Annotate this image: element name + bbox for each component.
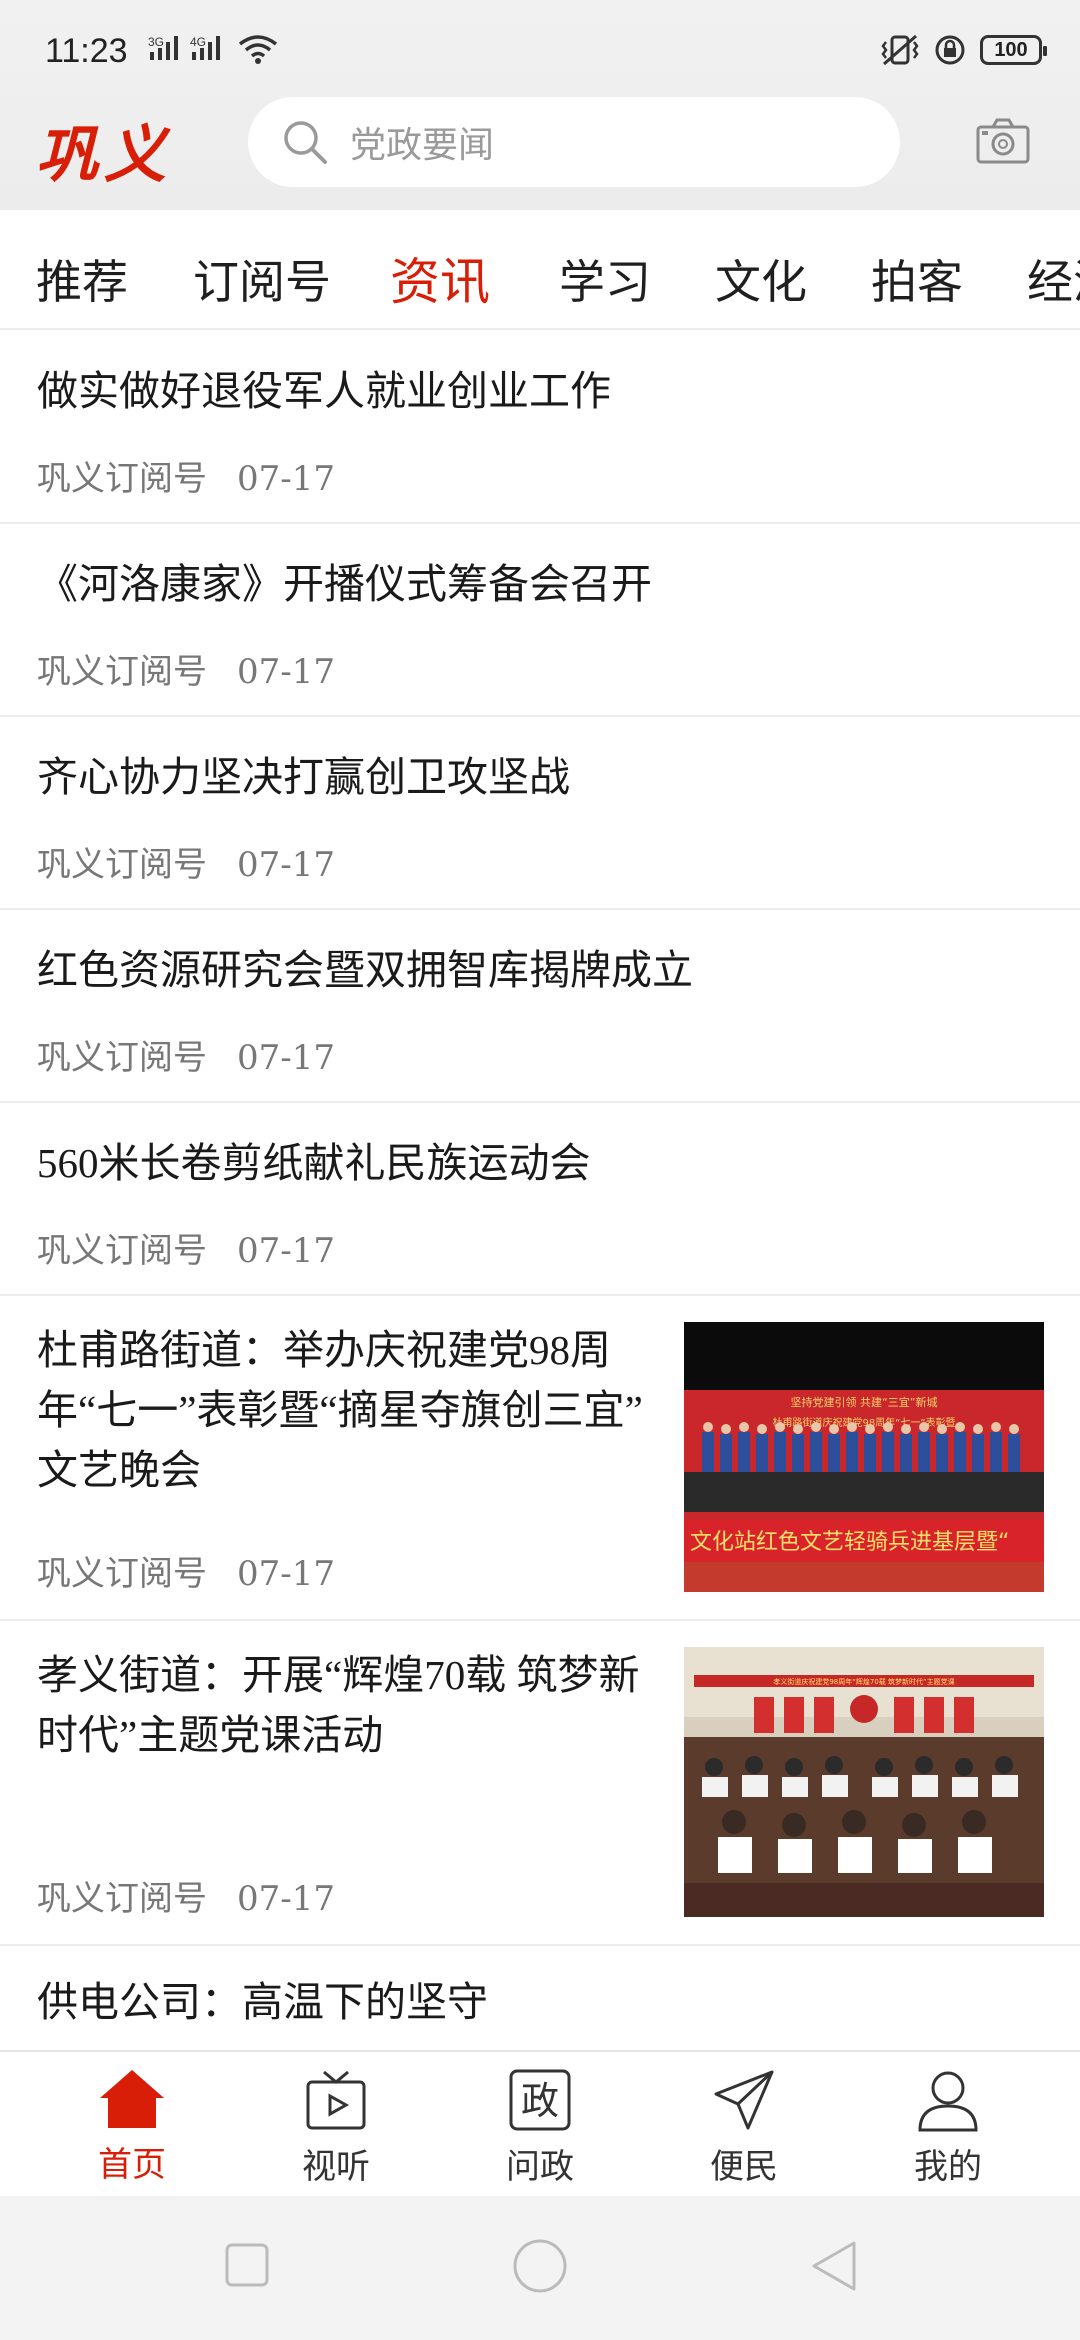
nav-services[interactable]: 便民 bbox=[684, 2068, 804, 2188]
svg-text:孝义街道庆祝建党98周年“辉煌70载 筑梦新时代”主题党课: 孝义街道庆祝建党98周年“辉煌70载 筑梦新时代”主题党课 bbox=[773, 1677, 954, 1686]
nav-home-label: 首页 bbox=[98, 2145, 166, 2185]
tab-recommend[interactable]: 推荐 bbox=[36, 246, 128, 312]
search-icon bbox=[284, 121, 327, 164]
send-icon bbox=[714, 2070, 774, 2130]
signal-4g-icon: 4G bbox=[190, 34, 236, 69]
article-meta: 巩义订阅号 07-17 bbox=[37, 1546, 335, 1595]
article-date: 07-17 bbox=[237, 1879, 336, 1919]
article-title: 《河洛康家》开播仪式筹备会召开 bbox=[37, 561, 652, 607]
article-date: 07-17 bbox=[237, 1038, 336, 1078]
tab-economy[interactable]: 经济 bbox=[1027, 246, 1080, 312]
article-thumbnail-stage-performance: 坚持党建引领 共建“三宜”新城 杜甫路街道庆祝建党98周年“七一”表彰暨 文化站… bbox=[684, 1322, 1044, 1592]
svg-text:文化站红色文艺轻骑兵进基层暨“: 文化站红色文艺轻骑兵进基层暨“ bbox=[690, 1530, 1009, 1555]
article-date: 07-17 bbox=[237, 652, 336, 692]
article-date: 07-17 bbox=[237, 845, 336, 885]
system-navigation-bar bbox=[0, 2196, 1080, 2340]
article-item[interactable]: 供电公司：高温下的坚守 bbox=[0, 1946, 1080, 2066]
article-date: 07-17 bbox=[237, 1554, 336, 1594]
article-meta: 巩义订阅号 07-17 bbox=[37, 644, 335, 693]
article-title: 560米长卷剪纸献礼民族运动会 bbox=[37, 1140, 591, 1186]
camera-icon bbox=[976, 118, 1030, 164]
tab-subscriptions[interactable]: 订阅号 bbox=[193, 246, 331, 312]
signal-3g-icon: 3G bbox=[148, 34, 194, 69]
article-title: 红色资源研究会暨双拥智库揭牌成立 bbox=[37, 947, 693, 993]
article-title: 杜甫路街道：举办庆祝建党98周年“七一”表彰暨“摘星夺旗创三宜” 文艺晚会 bbox=[37, 1327, 643, 1493]
article-item[interactable]: 齐心协力坚决打赢创卫攻坚战 巩义订阅号 07-17 bbox=[0, 717, 1080, 910]
battery-icon: 100 bbox=[980, 35, 1047, 65]
article-source: 巩义订阅号 bbox=[37, 1038, 207, 1078]
header-area: 11:23 3G 4G 100 巩义 党政要闻 bbox=[0, 0, 1080, 210]
status-time: 11:23 bbox=[45, 32, 128, 70]
article-source: 巩义订阅号 bbox=[37, 845, 207, 885]
nav-services-label: 便民 bbox=[710, 2147, 778, 2187]
tab-study[interactable]: 学习 bbox=[559, 246, 651, 312]
user-icon bbox=[918, 2071, 978, 2132]
article-meta: 巩义订阅号 07-17 bbox=[37, 1223, 335, 1272]
article-item[interactable]: 560米长卷剪纸献礼民族运动会 巩义订阅号 07-17 bbox=[0, 1103, 1080, 1296]
article-source: 巩义订阅号 bbox=[37, 1554, 207, 1594]
article-list: 做实做好退役军人就业创业工作 巩义订阅号 07-17 《河洛康家》开播仪式筹备会召… bbox=[0, 331, 1080, 2066]
article-meta: 巩义订阅号 07-17 bbox=[37, 1030, 335, 1079]
article-title: 齐心协力坚决打赢创卫攻坚战 bbox=[37, 754, 570, 800]
search-placeholder: 党政要闻 bbox=[350, 125, 495, 166]
nav-mine[interactable]: 我的 bbox=[888, 2068, 1008, 2188]
nav-home[interactable]: 首页 bbox=[72, 2068, 192, 2186]
wifi-icon bbox=[238, 34, 278, 69]
svg-text:3G: 3G bbox=[148, 35, 164, 49]
article-date: 07-17 bbox=[237, 1231, 336, 1271]
nav-inquiry-label: 问政 bbox=[506, 2147, 574, 2187]
article-source: 巩义订阅号 bbox=[37, 1231, 207, 1271]
article-item-with-image[interactable]: 孝义街道：开展“辉煌70载 筑梦新时代”主题党课活动 巩义订阅号 07-17 孝义… bbox=[0, 1621, 1080, 1946]
back-icon[interactable] bbox=[810, 2240, 858, 2292]
article-meta: 巩义订阅号 07-17 bbox=[37, 1871, 335, 1920]
tab-news[interactable]: 资讯 bbox=[390, 242, 490, 314]
article-item[interactable]: 红色资源研究会暨双拥智库揭牌成立 巩义订阅号 07-17 bbox=[0, 910, 1080, 1103]
vibrate-icon bbox=[881, 34, 919, 66]
article-title: 孝义街道：开展“辉煌70载 筑梦新时代”主题党课活动 bbox=[37, 1652, 640, 1758]
svg-text:4G: 4G bbox=[190, 35, 206, 49]
article-source: 巩义订阅号 bbox=[37, 459, 207, 499]
tv-icon bbox=[306, 2070, 366, 2130]
article-title: 供电公司：高温下的坚守 bbox=[37, 1979, 488, 2025]
article-source: 巩义订阅号 bbox=[37, 652, 207, 692]
nav-inquiry[interactable]: 政 问政 bbox=[480, 2068, 600, 2188]
article-title: 做实做好退役军人就业创业工作 bbox=[37, 368, 611, 414]
article-meta: 巩义订阅号 07-17 bbox=[37, 837, 335, 886]
svg-text:坚持党建引领 共建“三宜”新城: 坚持党建引领 共建“三宜”新城 bbox=[791, 1395, 938, 1409]
article-meta: 巩义订阅号 07-17 bbox=[37, 451, 335, 500]
article-item[interactable]: 《河洛康家》开播仪式筹备会召开 巩义订阅号 07-17 bbox=[0, 524, 1080, 717]
home-icon bbox=[100, 2070, 164, 2128]
svg-text:政: 政 bbox=[521, 2079, 559, 2123]
status-icons: 100 bbox=[880, 34, 1047, 66]
app-logo[interactable]: 巩义 bbox=[36, 104, 172, 194]
category-tabs: 推荐 订阅号 资讯 学习 文化 拍客 经济 bbox=[0, 210, 1080, 330]
zheng-icon: 政 bbox=[509, 2069, 571, 2131]
article-thumbnail-party-lecture: 孝义街道庆祝建党98周年“辉煌70载 筑梦新时代”主题党课 bbox=[684, 1647, 1044, 1917]
article-item[interactable]: 做实做好退役军人就业创业工作 巩义订阅号 07-17 bbox=[0, 331, 1080, 524]
home-circle-icon[interactable] bbox=[512, 2238, 568, 2294]
camera-button[interactable] bbox=[976, 118, 1030, 169]
nav-av[interactable]: 视听 bbox=[276, 2068, 396, 2188]
tab-culture[interactable]: 文化 bbox=[715, 246, 807, 312]
status-bar: 11:23 3G 4G 100 bbox=[0, 0, 1080, 95]
nav-av-label: 视听 bbox=[302, 2147, 370, 2187]
bottom-navigation: 首页 视听 政 问政 便民 我的 bbox=[0, 2050, 1080, 2196]
nav-mine-label: 我的 bbox=[914, 2147, 982, 2187]
search-bar[interactable]: 党政要闻 bbox=[248, 97, 900, 187]
rotation-lock-icon bbox=[935, 35, 965, 65]
article-source: 巩义订阅号 bbox=[37, 1879, 207, 1919]
tab-paike[interactable]: 拍客 bbox=[871, 246, 963, 312]
article-item-with-image[interactable]: 杜甫路街道：举办庆祝建党98周年“七一”表彰暨“摘星夺旗创三宜” 文艺晚会 巩义… bbox=[0, 1296, 1080, 1621]
article-date: 07-17 bbox=[237, 459, 336, 499]
recents-icon[interactable] bbox=[224, 2242, 270, 2288]
